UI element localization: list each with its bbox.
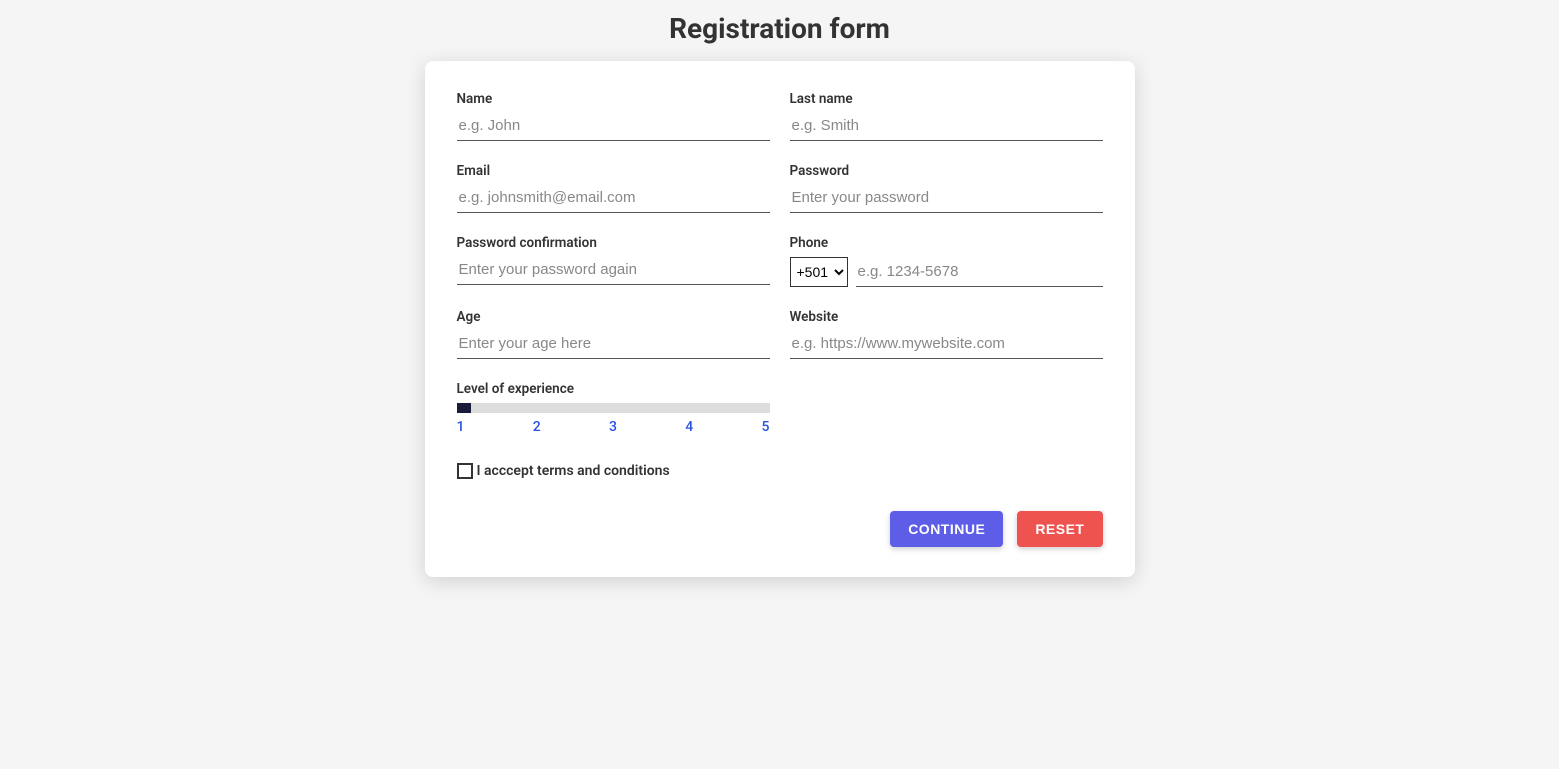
password-confirm-label: Password confirmation [457,235,770,251]
button-row: CONTINUE RESET [457,511,1103,547]
age-input[interactable] [457,331,770,359]
website-field-group: Website [790,309,1103,359]
terms-label: I acccept terms and conditions [477,463,670,479]
slider-tick-3: 3 [609,419,617,435]
password-label: Password [790,163,1103,179]
lastname-input[interactable] [790,113,1103,141]
password-confirm-input[interactable] [457,257,770,285]
name-label: Name [457,91,770,107]
page-title: Registration form [0,0,1559,61]
slider-tick-4: 4 [685,419,693,435]
password-confirm-field-group: Password confirmation [457,235,770,287]
email-field-group: Email [457,163,770,213]
reset-button[interactable]: RESET [1017,511,1102,547]
website-label: Website [790,309,1103,325]
name-field-group: Name [457,91,770,141]
name-input[interactable] [457,113,770,141]
email-input[interactable] [457,185,770,213]
experience-slider[interactable] [457,403,770,413]
continue-button[interactable]: CONTINUE [890,511,1003,547]
password-field-group: Password [790,163,1103,213]
phone-code-select[interactable]: +501 [790,257,848,287]
slider-tick-5: 5 [762,419,770,435]
experience-label: Level of experience [457,381,770,397]
experience-slider-ticks: 1 2 3 4 5 [457,419,770,435]
slider-tick-1: 1 [457,419,465,435]
website-input[interactable] [790,331,1103,359]
phone-input[interactable] [856,259,1103,287]
phone-field-group: Phone +501 [790,235,1103,287]
slider-tick-2: 2 [533,419,541,435]
lastname-label: Last name [790,91,1103,107]
age-field-group: Age [457,309,770,359]
password-input[interactable] [790,185,1103,213]
phone-label: Phone [790,235,1103,251]
experience-slider-thumb[interactable] [457,403,471,413]
terms-checkbox[interactable] [457,463,473,479]
experience-field-group: Level of experience 1 2 3 4 5 [457,381,770,435]
age-label: Age [457,309,770,325]
lastname-field-group: Last name [790,91,1103,141]
email-label: Email [457,163,770,179]
registration-form-card: Name Last name Email Password Password c… [425,61,1135,577]
terms-checkbox-row: I acccept terms and conditions [457,463,1103,479]
